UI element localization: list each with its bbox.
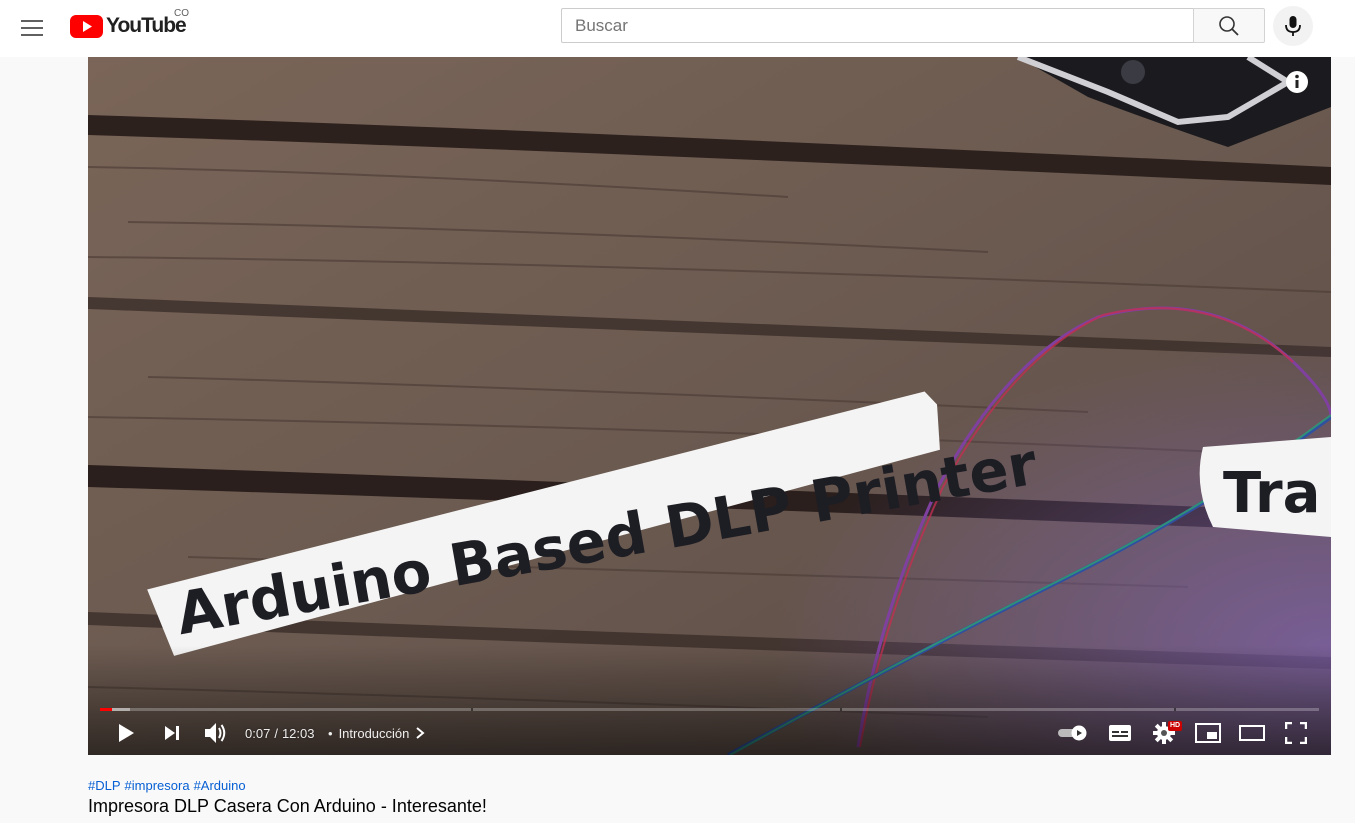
info-icon [1286, 71, 1308, 93]
next-button[interactable] [154, 715, 190, 751]
current-time: 0:07 [245, 725, 271, 741]
time-display: 0:07 / 12:03 [245, 715, 314, 751]
chapter-label: Introducción [338, 725, 410, 741]
info-button[interactable] [1285, 70, 1309, 94]
play-button[interactable] [108, 715, 144, 751]
hashtag-link[interactable]: #Arduino [194, 778, 246, 793]
hashtag-link[interactable]: #DLP [88, 778, 121, 793]
player-controls: 0:07 / 12:03 • Introducción HD [88, 715, 1331, 751]
sign-partial-text: Tra [1223, 461, 1320, 526]
chapter-marker [1174, 708, 1176, 711]
volume-icon [205, 723, 226, 743]
autoplay-toggle[interactable] [1053, 715, 1093, 751]
masthead: YouTube CO [0, 0, 1355, 57]
theater-mode-button[interactable] [1234, 715, 1270, 751]
video-player[interactable]: Arduino Based DLP Printer Tra 0:07 / 12:… [88, 57, 1331, 755]
autoplay-toggle-icon [1058, 725, 1087, 741]
fullscreen-button[interactable] [1278, 715, 1314, 751]
next-icon [165, 726, 179, 740]
fullscreen-icon [1285, 722, 1307, 744]
hashtag-link[interactable]: #impresora [125, 778, 190, 793]
hd-badge: HD [1168, 721, 1183, 731]
microphone-icon [1285, 16, 1301, 36]
chevron-right-icon [416, 727, 425, 739]
time-separator: / [274, 725, 278, 741]
subtitles-icon [1109, 725, 1131, 741]
duration: 12:03 [281, 725, 315, 741]
mute-button[interactable] [198, 715, 234, 751]
voice-search-button[interactable] [1273, 6, 1313, 46]
subtitles-button[interactable] [1102, 715, 1138, 751]
progress-bar[interactable] [100, 708, 1319, 711]
chapter-bullet: • [328, 725, 333, 741]
miniplayer-icon [1195, 723, 1221, 743]
youtube-play-logo-icon [70, 14, 103, 38]
country-code: CO [174, 8, 189, 19]
chapter-marker [840, 708, 842, 711]
chapter-marker [471, 708, 473, 711]
progress-played [100, 708, 113, 711]
hashtag-list: #DLP #impresora #Arduino [88, 778, 246, 793]
youtube-logo[interactable]: YouTube [70, 13, 187, 39]
play-icon [119, 724, 134, 742]
video-title: Impresora DLP Casera Con Arduino - Inter… [88, 796, 487, 816]
miniplayer-button[interactable] [1190, 715, 1226, 751]
search-input[interactable] [562, 15, 1194, 36]
search-button[interactable] [1193, 8, 1265, 43]
theater-mode-icon [1239, 725, 1265, 741]
search-box [561, 8, 1194, 43]
search-icon [1219, 15, 1239, 36]
chapter-button[interactable]: • Introducción [328, 715, 427, 751]
menu-icon[interactable] [16, 12, 48, 44]
